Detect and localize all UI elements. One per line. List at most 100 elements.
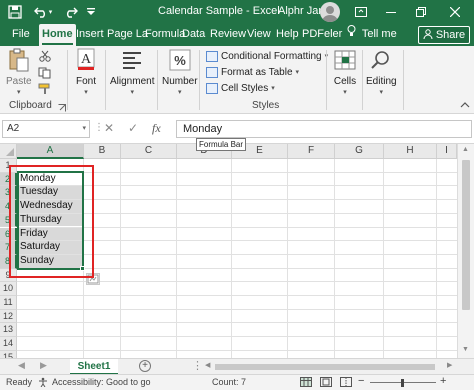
collapse-ribbon-icon[interactable] (460, 100, 470, 108)
add-sheet-icon[interactable]: + (139, 360, 151, 372)
row-header-10[interactable]: 10 (0, 282, 17, 296)
cell-styles-icon (206, 82, 218, 94)
column-header-b[interactable]: B (84, 144, 121, 159)
ribbon-tab-bar: File Home Insert Page La Formula Data Re… (0, 24, 474, 46)
cells-label: Cells (333, 76, 357, 87)
paste-dropdown-icon: ▾ (17, 89, 21, 96)
tab-data[interactable]: Data (179, 24, 208, 46)
accessibility-status[interactable]: Accessibility: Good to go (52, 377, 151, 387)
tab-help[interactable]: Help (273, 24, 302, 46)
scroll-right-icon[interactable]: ▶ (447, 361, 452, 369)
scroll-left-icon[interactable]: ◀ (205, 361, 210, 369)
font-button[interactable]: A Font ▾ (74, 48, 98, 96)
zoom-in-icon[interactable]: + (440, 375, 446, 387)
row-header-12[interactable]: 12 (0, 309, 17, 324)
vertical-scroll-thumb[interactable] (462, 160, 470, 310)
tab-file[interactable]: File (9, 24, 33, 46)
restore-icon[interactable] (410, 3, 432, 21)
name-box-dropdown-icon[interactable]: ▾ (82, 121, 86, 137)
close-icon[interactable] (444, 3, 466, 21)
cell-styles-button[interactable]: Cell Styles ▾ (206, 81, 275, 95)
share-button[interactable]: Share (418, 26, 470, 44)
cut-icon[interactable] (38, 50, 52, 62)
formula-bar-splitter[interactable]: ⋮ (94, 122, 104, 133)
page-break-view-icon[interactable] (340, 377, 352, 389)
tab-review[interactable]: Review (207, 24, 249, 46)
vertical-scrollbar[interactable]: ▲ ▼ (457, 144, 474, 358)
person-icon (423, 28, 433, 42)
tab-splitter-icon[interactable]: ⋮ (192, 359, 203, 372)
status-ready: Ready (6, 377, 33, 387)
cells-icon (333, 48, 357, 72)
alignment-button[interactable]: Alignment ▾ (110, 48, 154, 96)
column-header-g[interactable]: G (335, 144, 384, 159)
alignment-icon (120, 48, 144, 72)
zoom-slider-thumb[interactable] (401, 379, 404, 387)
normal-view-icon[interactable] (300, 377, 312, 389)
horizontal-scrollbar[interactable]: ◀ ▶ (205, 362, 455, 372)
ribbon-display-options-icon[interactable] (350, 3, 372, 21)
name-box[interactable]: A2 ▾ (2, 120, 90, 138)
tell-me-search[interactable]: Tell me (347, 24, 397, 46)
tab-home[interactable]: Home (39, 24, 76, 46)
conditional-formatting-button[interactable]: Conditional Formatting ▾ (206, 49, 328, 63)
cancel-icon[interactable]: ✕ (104, 121, 114, 135)
zoom-out-icon[interactable]: − (358, 375, 364, 387)
horizontal-scroll-thumb[interactable] (215, 364, 435, 370)
number-button[interactable]: % Number ▾ (162, 48, 198, 96)
cells-dropdown-icon: ▾ (343, 89, 347, 96)
tab-view[interactable]: View (244, 24, 274, 46)
row-header-13[interactable]: 13 (0, 323, 17, 338)
row-header-15[interactable]: 15 (0, 350, 17, 358)
scroll-down-icon[interactable]: ▼ (462, 346, 469, 353)
column-header-h[interactable]: H (384, 144, 437, 159)
customize-qat-icon[interactable] (84, 3, 98, 21)
divider (157, 50, 158, 110)
format-painter-icon[interactable] (38, 83, 52, 95)
clipboard-launcher-icon[interactable] (58, 103, 66, 112)
tab-pdfelement[interactable]: PDFeler (299, 24, 345, 46)
cells-button[interactable]: Cells ▾ (333, 48, 357, 96)
divider (67, 50, 68, 110)
redo-icon[interactable] (60, 3, 82, 21)
tab-insert[interactable]: Insert (73, 24, 107, 46)
name-box-value: A2 (7, 123, 20, 134)
window-title: Calendar Sample - Excel (158, 5, 280, 17)
next-sheet-icon[interactable]: ▶ (40, 360, 47, 371)
svg-text:A: A (81, 52, 92, 67)
format-as-table-label: Format as Table (221, 66, 293, 78)
undo-icon[interactable]: ▾ (30, 3, 56, 21)
minimize-icon[interactable] (380, 3, 402, 21)
enter-icon[interactable]: ✓ (128, 121, 138, 135)
column-gridline (120, 159, 121, 358)
select-all-button[interactable] (0, 144, 17, 159)
insert-function-icon[interactable]: fx (152, 121, 161, 136)
format-as-table-button[interactable]: Format as Table ▾ (206, 65, 299, 79)
prev-sheet-icon[interactable]: ◀ (18, 360, 25, 371)
avatar[interactable] (320, 2, 340, 22)
sheet-tab-sheet1[interactable]: Sheet1 (70, 359, 118, 375)
accessibility-icon[interactable] (38, 377, 48, 389)
search-icon (369, 48, 393, 72)
row-header-14[interactable]: 14 (0, 337, 17, 351)
sheet-tab-bar: ◀ ▶ Sheet1 + ⋮ ◀ ▶ (0, 358, 474, 375)
column-header-f[interactable]: F (288, 144, 335, 159)
column-header-a[interactable]: A (17, 144, 84, 159)
editing-button[interactable]: Editing ▾ (366, 48, 397, 96)
user-name: Alphr Jan (278, 5, 325, 17)
column-gridline (383, 159, 384, 358)
copy-icon[interactable] (38, 67, 52, 79)
paste-button[interactable]: Paste ▾ (6, 48, 32, 96)
column-header-c[interactable]: C (121, 144, 177, 159)
formula-input[interactable]: Monday (176, 120, 472, 138)
row-header-11[interactable]: 11 (0, 296, 17, 310)
autosave-icon[interactable] (6, 3, 24, 21)
page-layout-view-icon[interactable] (320, 377, 332, 389)
paste-icon (7, 48, 31, 72)
clipboard-group-label: Clipboard (9, 100, 52, 111)
status-count: Count: 7 (212, 377, 247, 387)
conditional-formatting-icon (206, 50, 218, 62)
font-label: Font (75, 76, 96, 87)
scroll-up-icon[interactable]: ▲ (462, 146, 469, 153)
column-header-i[interactable]: I (437, 144, 457, 159)
